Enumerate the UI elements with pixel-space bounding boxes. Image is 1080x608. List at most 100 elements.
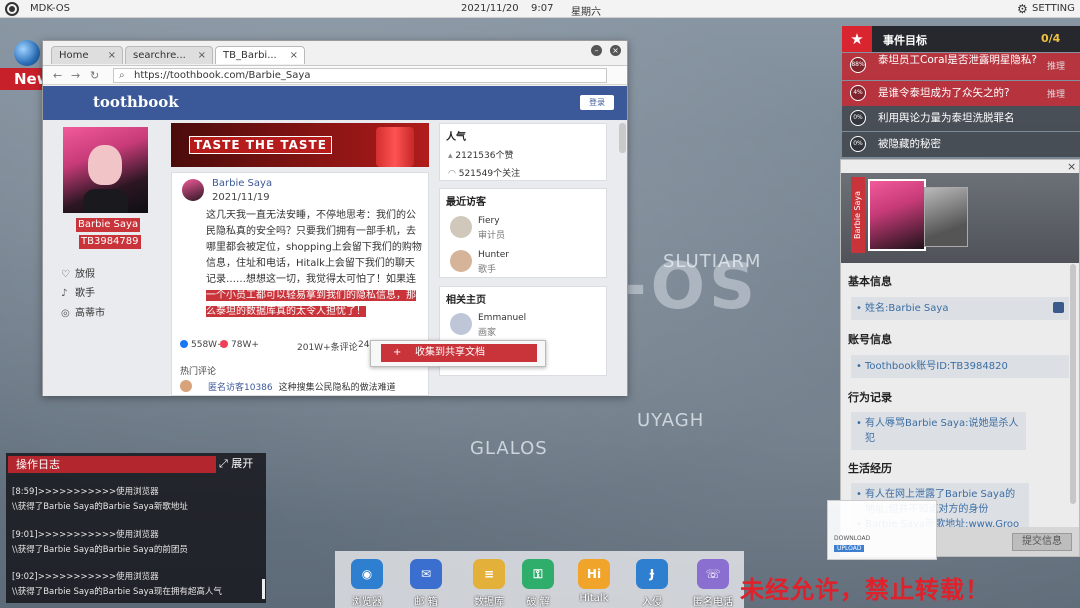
section-title: 行为记录	[848, 391, 892, 404]
popularity-card: 人气 ▴ 2121536个赞 ◠ 521549个关注	[439, 123, 607, 181]
log-line: [9:02]>>>>>>>>>>>使用浏览器	[12, 572, 159, 582]
section-title: 生活经历	[848, 462, 892, 475]
log-line: [8:59]>>>>>>>>>>>使用浏览器	[12, 487, 159, 497]
site-brand[interactable]: toothbook	[93, 93, 179, 111]
url-bar[interactable]: ⌕ https://toothbook.com/Barbie_Saya	[113, 68, 607, 83]
collect-to-shared-doc-button[interactable]: + 收集到共享文档	[381, 344, 537, 362]
log-line: \\获得了Barbie Saya的Barbie Saya现在拥有超高人气	[12, 587, 222, 597]
close-icon[interactable]: ×	[108, 47, 116, 64]
expand-button[interactable]: ⤢ 展开	[219, 455, 253, 471]
system-date: 2021/11/20	[461, 3, 519, 14]
plus-icon: +	[393, 347, 402, 358]
top-bar: MDK-OS 2021/11/20 9:07 星期六 ⚙ SETTING	[0, 0, 1080, 18]
tab-label: TB_Barbi...	[223, 50, 277, 61]
event-item[interactable]: 0% 被隐藏的秘密	[842, 132, 1080, 157]
event-targets-panel: ★ 事件目标 0/4 88% 泰坦员工Coral是否泄露明星隐私? 推理 4% …	[842, 26, 1080, 157]
close-icon[interactable]: ×	[1067, 160, 1076, 173]
login-button[interactable]: 登录	[580, 95, 614, 110]
heart-icon: ♡	[61, 269, 70, 280]
dock-app-anon-phone[interactable]: ☏ 匿名电话	[688, 556, 738, 608]
download-widget[interactable]: DOWNLOAD UPLOAD	[827, 500, 937, 560]
map-label-glalos: GLALOS	[470, 438, 548, 459]
operation-log-title: 操作日志	[8, 456, 216, 473]
love-icon	[220, 340, 228, 348]
mail-icon: ✉	[410, 559, 442, 589]
portrait-main[interactable]	[868, 179, 926, 251]
dock-app-crack[interactable]: ⚿ 破 解	[513, 556, 563, 608]
reload-icon[interactable]: ↻	[90, 69, 99, 82]
tab-label: Home	[59, 50, 89, 61]
reason-button[interactable]: 推理	[1047, 87, 1065, 100]
gear-icon[interactable]: ⚙	[1017, 2, 1028, 16]
profile-name: Barbie Saya	[76, 218, 141, 232]
comment-count[interactable]: 201W+条评论	[297, 340, 358, 353]
repost-warning: 未经允许，禁止转载！	[740, 576, 990, 604]
log-line: [9:01]>>>>>>>>>>>使用浏览器	[12, 530, 159, 540]
post-highlight[interactable]: 一个小员工都可以轻易拿到我们的隐私信息，那么泰坦的数据库真的太令人担忧了！	[206, 290, 416, 317]
info-item[interactable]: 姓名:Barbie Saya	[851, 297, 1069, 320]
context-menu: + 收集到共享文档	[370, 340, 546, 367]
progress-ring: 4%	[850, 85, 866, 101]
os-name: MDK-OS	[30, 3, 70, 14]
setting-button[interactable]: SETTING	[1032, 3, 1075, 14]
reason-button[interactable]: 推理	[1047, 59, 1065, 72]
ad-banner[interactable]: TASTE THE TASTE	[171, 123, 429, 167]
info-item[interactable]: Toothbook账号ID:TB3984820	[851, 355, 1069, 378]
search-icon: ⌕	[119, 70, 125, 81]
visitors-card: 最近访客 Fiery 审计员 Hunter 歌手	[439, 188, 607, 278]
site-header: toothbook 登录	[43, 86, 627, 120]
comment-row[interactable]: 匿名访客10386 这种搜集公民隐私的做法难道	[180, 380, 396, 393]
info-item[interactable]: 有人辱骂Barbie Saya:说她是杀人犯	[851, 412, 1026, 450]
post-body: 这几天我一直无法安睡，不停地思考：我们的公民隐私真的安全吗？只要我们拥有一部手机…	[206, 210, 422, 317]
event-item[interactable]: 4% 是谁令泰坦成为了众矢之的? 推理	[842, 81, 1080, 106]
tab-barbie[interactable]: TB_Barbi... ×	[215, 46, 305, 64]
globe-icon: ◉	[351, 559, 383, 589]
globe-icon[interactable]	[14, 40, 40, 66]
post-author[interactable]: Barbie Saya	[212, 178, 272, 189]
progress-ring: 0%	[850, 136, 866, 152]
mic-icon: ♪	[61, 288, 68, 299]
log-line: \\获得了Barbie Saya的Barbie Saya新歌地址	[12, 502, 188, 512]
dock-app-mail[interactable]: ✉ 邮 箱	[401, 556, 451, 608]
back-icon[interactable]: ←	[53, 69, 62, 82]
love-count[interactable]: 78W+	[220, 340, 259, 350]
system-weekday: 星期六	[571, 7, 601, 18]
tab-label: searchre...	[133, 50, 186, 61]
section-title: 基本信息	[848, 275, 892, 288]
forward-icon[interactable]: →	[71, 69, 80, 82]
log-line: \\获得了Barbie Saya的Barbie Saya的前团员	[12, 545, 188, 555]
profile-photo	[63, 127, 148, 213]
app-dock: ◉ 浏览器 ✉ 邮 箱 ≡ 数据库 ⚿ 破 解 Hi Hitalk Ɉ 入侵 ☏…	[335, 551, 744, 608]
event-item[interactable]: 0% 利用舆论力量为泰坦洗脱罪名	[842, 106, 1080, 131]
portrait-secondary[interactable]	[924, 187, 968, 247]
avatar[interactable]	[182, 179, 204, 201]
panel-scrollbar[interactable]	[1070, 264, 1076, 504]
likes-stat: ▴ 2121536个赞	[448, 151, 514, 161]
hitalk-icon: Hi	[578, 559, 610, 589]
phone-icon: ☏	[697, 559, 729, 589]
panel-portraits: Barbie Saya	[841, 173, 1079, 263]
url-text: https://toothbook.com/Barbie_Saya	[134, 70, 311, 81]
panel-name-strip: Barbie Saya	[851, 177, 865, 253]
dock-app-browser[interactable]: ◉ 浏览器	[342, 556, 392, 608]
submit-info-button[interactable]: 提交信息	[1012, 533, 1072, 551]
banner-text: TASTE THE TASTE	[189, 136, 332, 154]
close-window-icon[interactable]: ×	[610, 45, 621, 56]
news-label[interactable]: New	[0, 68, 51, 90]
log-scrollbar[interactable]	[262, 579, 265, 599]
dock-app-hitalk[interactable]: Hi Hitalk	[569, 556, 619, 608]
page-scrollbar[interactable]	[619, 123, 626, 153]
event-targets-header: ★ 事件目标 0/4	[842, 26, 1080, 52]
commenter-avatar	[180, 380, 192, 392]
follows-stat: ◠ 521549个关注	[448, 169, 521, 179]
dock-app-intrude[interactable]: Ɉ 入侵	[627, 556, 677, 608]
minimize-icon[interactable]: –	[591, 45, 602, 56]
like-count[interactable]: 558W+	[180, 340, 225, 350]
operation-log: 操作日志 ⤢ 展开 [8:59]>>>>>>>>>>>使用浏览器 \\获得了Ba…	[6, 453, 266, 603]
event-item[interactable]: 88% 泰坦员工Coral是否泄露明星隐私? 推理	[842, 53, 1080, 80]
nav-row: ← → ↻ ⌕ https://toothbook.com/Barbie_Say…	[43, 65, 627, 85]
close-icon[interactable]: ×	[198, 47, 206, 64]
close-icon[interactable]: ×	[290, 47, 298, 64]
tab-home[interactable]: Home ×	[51, 46, 123, 64]
tab-search[interactable]: searchre... ×	[125, 46, 213, 64]
